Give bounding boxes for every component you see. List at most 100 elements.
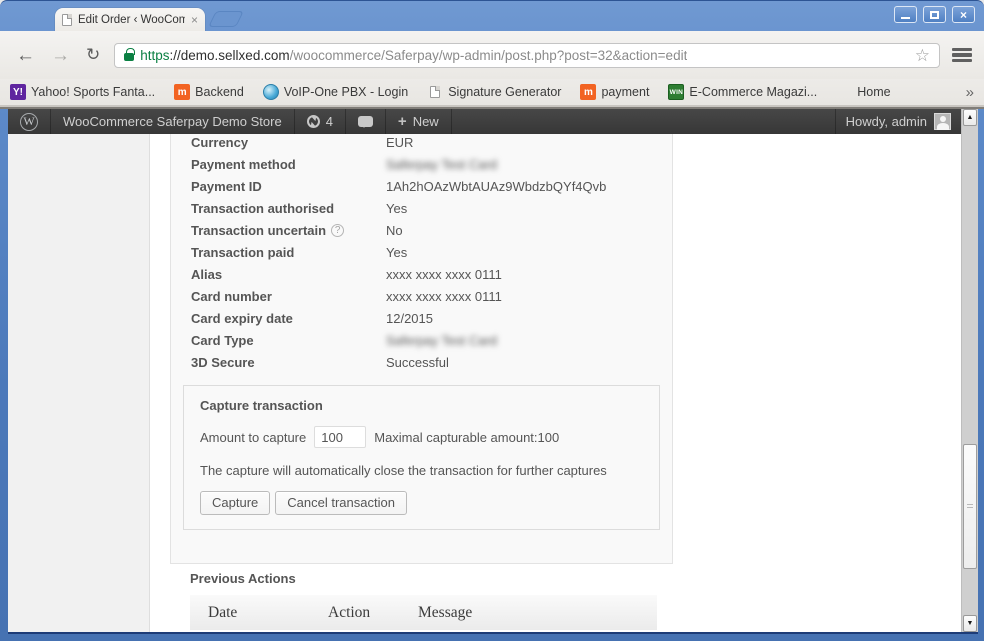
new-content-menu[interactable]: + New bbox=[386, 109, 452, 134]
row-label: Payment method bbox=[191, 157, 386, 172]
bookmark-backend[interactable]: m Backend bbox=[174, 84, 244, 100]
bookmark-home[interactable]: Home bbox=[836, 84, 890, 100]
avatar bbox=[934, 113, 951, 130]
row-value: 12/2015 bbox=[386, 311, 433, 326]
capture-note: The capture will automatically close the… bbox=[200, 463, 643, 478]
row-label: Transaction uncertain ? bbox=[191, 223, 386, 238]
help-icon[interactable]: ? bbox=[331, 224, 344, 237]
row-label: Card Type bbox=[191, 333, 386, 348]
url-path: /woocommerce/Saferpay/wp-admin/post.php?… bbox=[290, 48, 688, 63]
column-header-action: Action bbox=[328, 604, 418, 622]
maximize-button[interactable] bbox=[923, 6, 946, 23]
bookmarks-bar: Y! Yahoo! Sports Fanta... m Backend VoIP… bbox=[0, 79, 984, 105]
column-header-date: Date bbox=[190, 604, 328, 622]
previous-actions-header-row: Date Action Message bbox=[190, 595, 657, 630]
bookmark-signature-generator[interactable]: Signature Generator bbox=[427, 84, 561, 100]
table-row: Aliasxxxx xxxx xxxx 0111 bbox=[171, 267, 672, 282]
previous-actions-section: Previous Actions Date Action Message bbox=[190, 571, 657, 630]
magento-icon: m bbox=[580, 84, 596, 100]
tab-close-icon[interactable]: × bbox=[191, 14, 198, 26]
table-row: CurrencyEUR bbox=[171, 134, 672, 150]
table-row: 3D SecureSuccessful bbox=[171, 355, 672, 370]
page-icon bbox=[427, 84, 443, 100]
plus-icon: + bbox=[398, 113, 407, 130]
window-controls: × bbox=[894, 6, 975, 23]
table-row: Card expiry date12/2015 bbox=[171, 311, 672, 326]
site-name-label: WooCommerce Saferpay Demo Store bbox=[63, 114, 282, 129]
table-row: Payment methodSaferpay Test Card bbox=[171, 157, 672, 172]
row-label: Transaction paid bbox=[191, 245, 386, 260]
wordpress-logo-icon: W bbox=[20, 113, 38, 131]
browser-toolbar: ← → ↻ https ://demo.sellxed.com /woocomm… bbox=[0, 31, 984, 79]
wp-admin-sidebar bbox=[8, 134, 150, 632]
capture-title: Capture transaction bbox=[200, 398, 643, 413]
table-row: Transaction uncertain ? No bbox=[171, 223, 672, 238]
row-label: Transaction authorised bbox=[191, 201, 386, 216]
bookmark-yahoo[interactable]: Y! Yahoo! Sports Fanta... bbox=[10, 84, 155, 100]
web-viewport: W WooCommerce Saferpay Demo Store 4 + Ne… bbox=[8, 109, 978, 632]
row-value: Yes bbox=[386, 245, 407, 260]
minimize-button[interactable] bbox=[894, 6, 917, 23]
yahoo-icon: Y! bbox=[10, 84, 26, 100]
bookmark-label: Backend bbox=[195, 85, 244, 99]
vertical-scrollbar[interactable]: ▲ ▼ bbox=[961, 109, 978, 632]
bookmark-label: Home bbox=[857, 85, 890, 99]
row-label: Payment ID bbox=[191, 179, 386, 194]
scrollbar-thumb[interactable] bbox=[963, 444, 977, 569]
wp-logo-menu[interactable]: W bbox=[8, 109, 51, 134]
bookmarks-overflow-chevron-icon[interactable]: » bbox=[966, 84, 974, 101]
chrome-menu-button[interactable] bbox=[948, 42, 976, 68]
tab-favicon-page-icon bbox=[62, 14, 72, 26]
scroll-down-button[interactable]: ▼ bbox=[963, 615, 977, 632]
back-button[interactable]: ← bbox=[8, 46, 43, 65]
table-row: Card numberxxxx xxxx xxxx 0111 bbox=[171, 289, 672, 304]
comment-bubble-icon bbox=[358, 116, 373, 127]
reload-button[interactable]: ↻ bbox=[78, 45, 108, 65]
row-value: EUR bbox=[386, 135, 413, 150]
transaction-information-panel: CurrencyEUR Payment methodSaferpay Test … bbox=[170, 134, 673, 564]
url-host: ://demo.sellxed.com bbox=[170, 48, 290, 63]
win-icon: WIN bbox=[668, 84, 684, 100]
forward-button[interactable]: → bbox=[43, 46, 78, 65]
bookmark-star-icon[interactable]: ☆ bbox=[915, 47, 930, 64]
bookmark-ecommerce-magazine[interactable]: WIN E-Commerce Magazi... bbox=[668, 84, 817, 100]
amount-to-capture-label: Amount to capture bbox=[200, 430, 306, 445]
voip-one-icon bbox=[263, 84, 279, 100]
site-name-menu[interactable]: WooCommerce Saferpay Demo Store bbox=[51, 109, 295, 134]
row-value: xxxx xxxx xxxx 0111 bbox=[386, 267, 502, 282]
table-row: Transaction authorisedYes bbox=[171, 201, 672, 216]
maximize-icon bbox=[930, 11, 939, 19]
scroll-up-button[interactable]: ▲ bbox=[963, 109, 977, 126]
address-bar[interactable]: https ://demo.sellxed.com /woocommerce/S… bbox=[114, 43, 940, 68]
grid-icon bbox=[836, 84, 852, 100]
updates-icon bbox=[307, 115, 320, 128]
maximal-capturable-amount-label: Maximal capturable amount:100 bbox=[374, 430, 559, 445]
comments-menu[interactable] bbox=[346, 109, 386, 134]
bookmark-label: E-Commerce Magazi... bbox=[689, 85, 817, 99]
howdy-label: Howdy, admin bbox=[846, 114, 927, 129]
title-bar: Edit Order ‹ WooCommerc × × bbox=[0, 1, 984, 31]
updates-menu[interactable]: 4 bbox=[295, 109, 346, 134]
bookmark-label: payment bbox=[601, 85, 649, 99]
row-value: Yes bbox=[386, 201, 407, 216]
magento-icon: m bbox=[174, 84, 190, 100]
ssl-lock-icon[interactable] bbox=[124, 53, 134, 61]
row-label: Alias bbox=[191, 267, 386, 282]
my-account-menu[interactable]: Howdy, admin bbox=[835, 109, 961, 134]
bookmark-payment[interactable]: m payment bbox=[580, 84, 649, 100]
close-button[interactable]: × bbox=[952, 6, 975, 23]
browser-window: Edit Order ‹ WooCommerc × × ← → ↻ https … bbox=[0, 0, 984, 641]
row-value-blurred: Saferpay Test Card bbox=[386, 157, 497, 172]
capture-button[interactable]: Capture bbox=[200, 491, 270, 515]
row-label-text: Transaction uncertain bbox=[191, 223, 326, 238]
admin-page: CurrencyEUR Payment methodSaferpay Test … bbox=[8, 134, 961, 632]
row-value-blurred: Saferpay Test Card bbox=[386, 333, 497, 348]
amount-to-capture-input[interactable] bbox=[314, 426, 366, 448]
cancel-transaction-button[interactable]: Cancel transaction bbox=[275, 491, 407, 515]
tab-title: Edit Order ‹ WooCommerc bbox=[78, 14, 185, 26]
bookmark-label: Yahoo! Sports Fanta... bbox=[31, 85, 155, 99]
new-tab-button[interactable] bbox=[208, 11, 244, 27]
browser-tab[interactable]: Edit Order ‹ WooCommerc × bbox=[55, 8, 205, 31]
bookmark-voip-one[interactable]: VoIP-One PBX - Login bbox=[263, 84, 408, 100]
row-value: Successful bbox=[386, 355, 449, 370]
